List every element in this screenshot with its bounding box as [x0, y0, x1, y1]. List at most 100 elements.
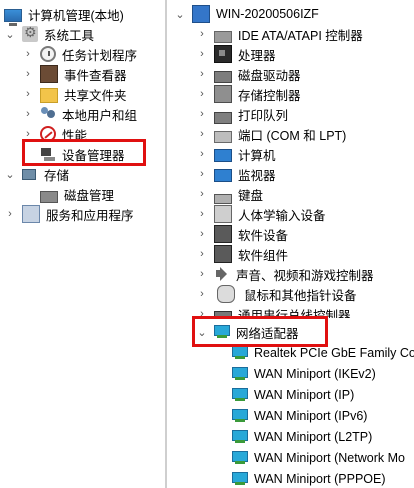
- computer-name: WIN-20200506IZF: [216, 7, 319, 21]
- tree-node-label: 计算机管理(本地): [28, 8, 124, 23]
- network-device[interactable]: WAN Miniport (IKEv2): [232, 364, 376, 384]
- collapse-chevron-icon[interactable]: ›: [196, 248, 208, 260]
- computer-icon: [192, 5, 210, 23]
- tree-node-services-applications[interactable]: › 服务和应用程序: [4, 204, 134, 224]
- hid-icon: [214, 205, 232, 223]
- collapse-chevron-icon[interactable]: ›: [196, 168, 208, 180]
- network-device-label: WAN Miniport (IKEv2): [254, 367, 376, 381]
- navigation-tree[interactable]: 计算机管理(本地) ⌄ 系统工具 › 任务计划程序 › 事件查看器 › 共享文件…: [0, 0, 167, 488]
- system-tools-icon: [22, 24, 38, 42]
- tree-node-label: 服务和应用程序: [46, 208, 134, 223]
- device-category[interactable]: › 存储控制器: [196, 84, 301, 104]
- collapse-chevron-icon[interactable]: ›: [196, 208, 208, 220]
- tree-node-local-users[interactable]: › 本地用户和组: [22, 104, 137, 124]
- device-category-label: 磁盘驱动器: [238, 68, 301, 83]
- tree-node-shared-folders[interactable]: › 共享文件夹: [22, 84, 127, 104]
- network-adapter-icon: [232, 429, 248, 445]
- collapse-chevron-icon[interactable]: ›: [196, 288, 208, 300]
- collapse-chevron-icon[interactable]: ›: [4, 208, 16, 220]
- device-category[interactable]: › 鼠标和其他指针设备: [196, 284, 357, 304]
- computer-management-window: 计算机管理(本地) ⌄ 系统工具 › 任务计划程序 › 事件查看器 › 共享文件…: [0, 0, 414, 488]
- network-device[interactable]: WAN Miniport (Network Mo: [232, 448, 405, 468]
- tree-node-storage[interactable]: ⌄ 存储: [4, 164, 69, 184]
- device-category-label: 软件设备: [238, 228, 289, 243]
- tree-node-label: 事件查看器: [64, 68, 127, 83]
- expand-chevron-icon[interactable]: ⌄: [4, 168, 16, 181]
- mouse-icon: [217, 285, 235, 303]
- collapse-chevron-icon[interactable]: ›: [196, 108, 208, 120]
- network-device[interactable]: WAN Miniport (IPv6): [232, 406, 367, 426]
- collapse-chevron-icon[interactable]: ›: [196, 128, 208, 140]
- network-adapter-icon: [232, 366, 248, 382]
- tree-node-computer-management[interactable]: 计算机管理(本地): [4, 4, 124, 26]
- tree-node-disk-management[interactable]: 磁盘管理: [40, 184, 114, 204]
- collapse-chevron-icon[interactable]: ›: [196, 148, 208, 160]
- network-adapter-icon: [232, 471, 248, 487]
- device-category[interactable]: › 端口 (COM 和 LPT): [196, 124, 346, 144]
- disk-drive-icon: [214, 71, 232, 83]
- processor-icon: [214, 45, 232, 63]
- collapse-chevron-icon[interactable]: ›: [22, 48, 34, 60]
- collapse-chevron-icon[interactable]: ›: [196, 268, 208, 280]
- device-category[interactable]: › 监视器: [196, 164, 276, 184]
- device-category-label: 人体学输入设备: [238, 208, 326, 223]
- services-icon: [22, 205, 40, 223]
- users-icon: [40, 106, 56, 122]
- device-category[interactable]: › 处理器: [196, 44, 276, 64]
- monitor-icon: [214, 168, 232, 182]
- device-category[interactable]: › 计算机: [196, 144, 276, 164]
- device-category[interactable]: › 磁盘驱动器: [196, 64, 301, 84]
- highlight-box-device-manager: [22, 139, 146, 166]
- collapse-chevron-icon[interactable]: ›: [196, 88, 208, 100]
- collapse-chevron-icon[interactable]: ›: [22, 108, 34, 120]
- storage-controller-icon: [214, 85, 232, 103]
- device-category[interactable]: › 软件设备: [196, 224, 288, 244]
- network-adapter-icon: [232, 345, 248, 361]
- collapse-chevron-icon[interactable]: ›: [196, 68, 208, 80]
- device-tree[interactable]: ⌄ WIN-20200506IZF › IDE ATA/ATAPI 控制器 › …: [170, 0, 414, 488]
- network-device-label: WAN Miniport (L2TP): [254, 430, 373, 444]
- tree-node-label: 共享文件夹: [64, 88, 127, 103]
- collapse-chevron-icon[interactable]: ›: [196, 188, 208, 200]
- collapse-chevron-icon[interactable]: ›: [22, 68, 34, 80]
- expand-chevron-icon[interactable]: ⌄: [174, 8, 186, 21]
- collapse-chevron-icon[interactable]: ›: [22, 88, 34, 100]
- device-category[interactable]: › 软件组件: [196, 244, 288, 264]
- network-device[interactable]: WAN Miniport (IP): [232, 385, 354, 405]
- device-category[interactable]: › IDE ATA/ATAPI 控制器: [196, 24, 363, 44]
- device-category[interactable]: › 人体学输入设备: [196, 204, 326, 224]
- device-tree-root[interactable]: ⌄ WIN-20200506IZF: [174, 4, 319, 24]
- speaker-icon: [214, 266, 230, 282]
- storage-icon: [22, 166, 38, 182]
- collapse-chevron-icon[interactable]: ›: [196, 48, 208, 60]
- tree-node-label: 磁盘管理: [64, 188, 115, 203]
- expand-chevron-icon[interactable]: ⌄: [4, 28, 16, 41]
- device-category-label: 键盘: [238, 188, 264, 203]
- device-category-label: 监视器: [238, 168, 276, 183]
- tree-node-label: 系统工具: [44, 28, 95, 43]
- network-device-label: Realtek PCIe GbE Family Co: [254, 346, 414, 360]
- tree-node-label: 本地用户和组: [62, 108, 138, 123]
- network-device[interactable]: WAN Miniport (PPPOE): [232, 469, 386, 488]
- network-device-label: WAN Miniport (PPPOE): [254, 472, 386, 486]
- device-category-label: 打印队列: [238, 108, 289, 123]
- network-device[interactable]: WAN Miniport (L2TP): [232, 427, 372, 447]
- network-device-label: WAN Miniport (IP): [254, 388, 355, 402]
- network-device-label: WAN Miniport (Network Mo: [254, 451, 405, 465]
- printer-icon: [214, 112, 232, 124]
- tree-node-event-viewer[interactable]: › 事件查看器: [22, 64, 127, 84]
- tree-node-task-scheduler[interactable]: › 任务计划程序: [22, 44, 137, 64]
- device-category-label: 计算机: [238, 148, 276, 163]
- network-device-label: WAN Miniport (IPv6): [254, 409, 368, 423]
- port-icon: [214, 131, 232, 143]
- collapse-chevron-icon[interactable]: ›: [196, 28, 208, 40]
- network-adapter-icon: [232, 408, 248, 424]
- tree-node-label: 任务计划程序: [62, 48, 138, 63]
- tree-node-system-tools[interactable]: ⌄ 系统工具: [4, 24, 94, 44]
- device-category[interactable]: › 打印队列: [196, 104, 288, 124]
- device-category[interactable]: › 声音、视频和游戏控制器: [196, 264, 374, 284]
- device-category[interactable]: › 键盘: [196, 184, 263, 204]
- device-category-label: 软件组件: [238, 248, 289, 263]
- shared-folder-icon: [40, 87, 58, 103]
- collapse-chevron-icon[interactable]: ›: [196, 228, 208, 240]
